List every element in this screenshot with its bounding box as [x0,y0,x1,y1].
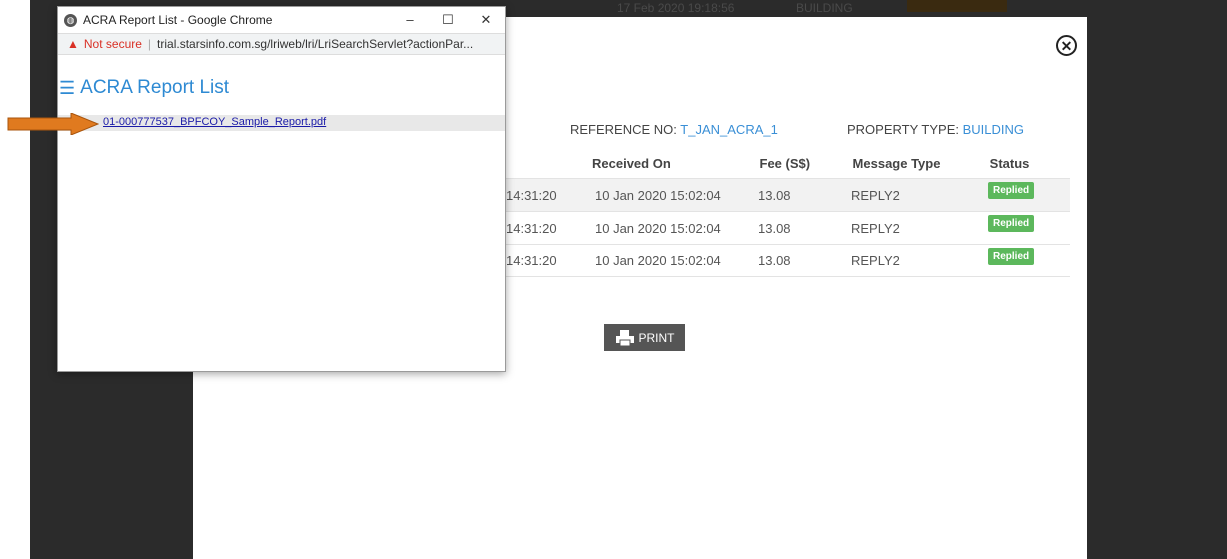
cell-sent: 14:31:20 [506,187,557,203]
window-controls: – ☐ ✕ [391,12,505,28]
status-badge: Replied [988,215,1035,232]
address-bar[interactable]: ▲ Not secure | trial.starsinfo.com.sg/lr… [58,33,505,55]
table-row: 14:31:20 10 Jan 2020 15:02:04 13.08 REPL… [505,211,1070,244]
globe-icon: ◍ [64,13,77,27]
header-message-type: Message Type [852,155,941,171]
cell-sent: 14:31:20 [506,253,557,268]
warning-icon: ▲ [67,37,79,51]
property-value: BUILDING [962,122,1025,137]
cell-received: 10 Jan 2020 15:02:04 [595,253,721,268]
printer-icon [615,329,634,346]
status-badge: Replied [988,247,1035,265]
background-button [907,0,1007,12]
list-item: 01-000777537_BPFCOY_Sample_Report.pdf [58,115,505,131]
header-received-on: Received On [592,155,671,171]
property-type: PROPERTY TYPE: BUILDING [847,122,1024,137]
close-modal-button[interactable]: ✕ [1056,35,1077,56]
cell-received: 10 Jan 2020 15:02:04 [595,220,721,236]
cell-received: 10 Jan 2020 15:02:04 [595,187,721,203]
page-title: ☰ ACRA Report List [59,77,229,99]
cell-message-type: REPLY2 [851,187,900,203]
close-window-button[interactable]: ✕ [467,12,505,28]
messages-table: Received On Fee (S$) Message Type Status… [505,148,1070,277]
reference-value: T_JAN_ACRA_1 [680,122,778,137]
window-titlebar: ◍ ACRA Report List - Google Chrome – ☐ ✕ [58,7,505,33]
table-row: 14:31:20 10 Jan 2020 15:02:04 13.08 REPL… [505,244,1070,277]
cell-sent: 14:31:20 [506,220,557,236]
close-icon: ✕ [1060,37,1073,54]
not-secure-label: Not secure [83,37,142,51]
table-header: Received On Fee (S$) Message Type Status [505,148,1070,178]
list-icon: ☰ [59,77,76,98]
property-label: PROPERTY TYPE: [847,122,959,137]
minimize-button[interactable]: – [391,12,429,28]
cell-fee: 13.08 [758,187,791,203]
report-pdf-link[interactable]: 01-000777537_BPFCOY_Sample_Report.pdf [103,116,326,128]
reference-label: REFERENCE NO: [570,122,677,137]
background-date: 17 Feb 2020 19:18:56 [617,1,735,15]
cell-message-type: REPLY2 [851,253,900,268]
print-label: PRINT [638,330,675,345]
background-type: BUILDING [796,1,853,15]
cell-message-type: REPLY2 [851,220,900,236]
maximize-button[interactable]: ☐ [429,12,467,28]
cell-fee: 13.08 [758,220,791,236]
reference-no: REFERENCE NO: T_JAN_ACRA_1 [570,122,778,137]
address-separator: | [147,37,152,51]
url-text: trial.starsinfo.com.sg/lriweb/lri/LriSea… [157,37,474,51]
cell-fee: 13.08 [758,253,791,268]
chrome-popup-window: ◍ ACRA Report List - Google Chrome – ☐ ✕… [57,6,506,372]
status-badge: Replied [988,182,1035,199]
header-fee: Fee (S$) [759,155,811,171]
table-row: 14:31:20 10 Jan 2020 15:02:04 13.08 REPL… [505,178,1070,211]
arrow-icon [7,113,99,135]
print-button[interactable]: PRINT [604,324,685,351]
header-status: Status [989,155,1030,171]
page-title-text: ACRA Report List [80,77,230,98]
window-title: ACRA Report List - Google Chrome [83,13,273,27]
